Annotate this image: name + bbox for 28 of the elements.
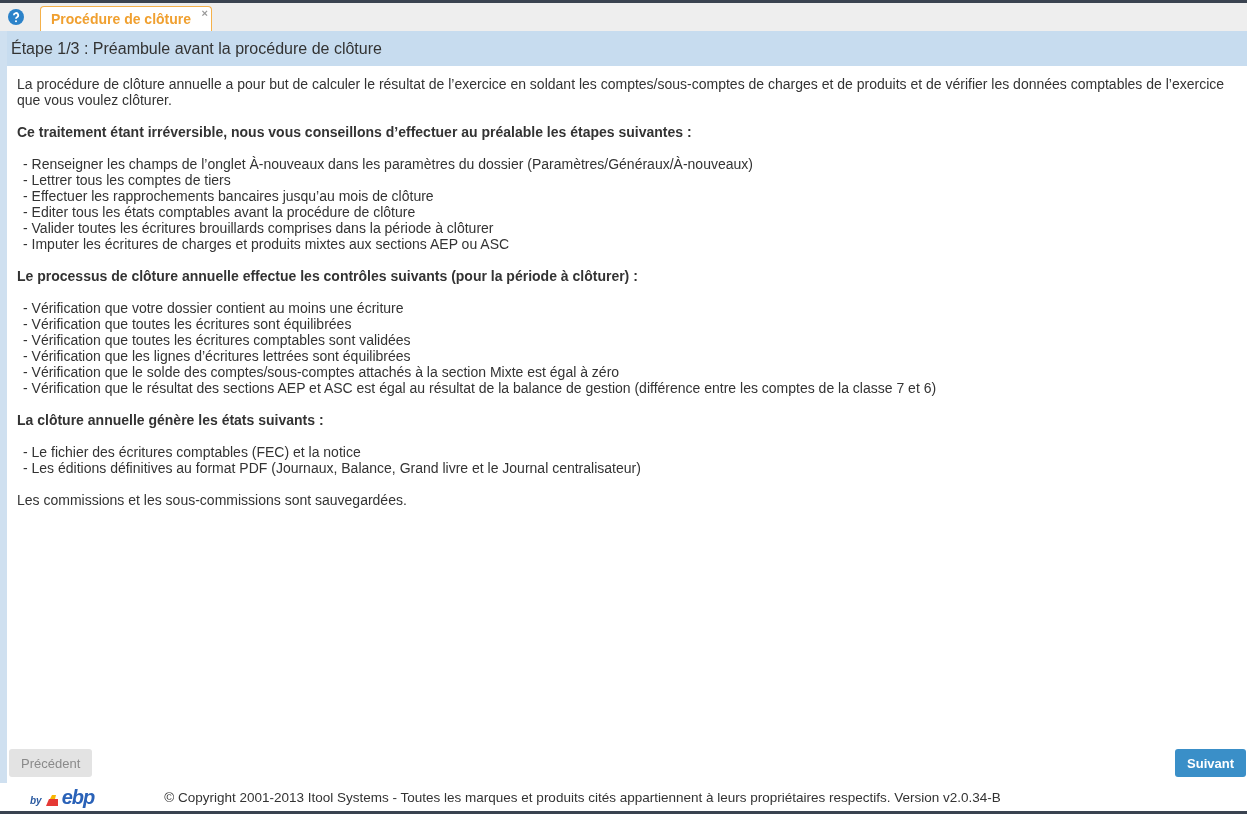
list-item: - Renseigner les champs de l’onglet À-nouveaux dans les paramètres du dossier (Paramètres/Généraux/À-nouveaux) [23, 156, 754, 172]
list-item: - Valider toutes les écritures brouillards comprises dans la période à clôturer [23, 220, 495, 236]
step-title: Étape 1/3 : Préambule avant la procédure de clôture [7, 31, 1247, 66]
list-item: - Vérification que les lignes d’écritures lettrées sont équilibrées [23, 348, 412, 364]
list-item: - Les éditions définitives au format PDF (Journaux, Balance, Grand livre et le Journal centralisateur) [23, 460, 642, 476]
paragraph: Les commissions et les sous-commissions sont sauvegardées. [17, 492, 408, 508]
list-item: - Effectuer les rapprochements bancaires jusqu’au mois de clôture [23, 188, 435, 204]
list-item: - Imputer les écritures de charges et produits mixtes aux sections AEP ou ASC [23, 236, 511, 252]
list-item: - Lettrer tous les comptes de tiers [23, 172, 232, 188]
section-heading: La clôture annuelle génère les états suivants : [17, 412, 325, 428]
list-item: - Vérification que toutes les écritures comptables sont validées [23, 332, 412, 348]
logo-name: ebp [61, 788, 95, 806]
help-icon[interactable] [8, 9, 24, 25]
logo-mark-icon [45, 794, 58, 806]
next-button[interactable]: Suivant [1175, 749, 1246, 777]
list-item: - Vérification que le résultat des sections AEP et ASC est égal au résultat de la balance de gestion (différence entre les comptes de la classe 7 et 6) [23, 380, 938, 396]
list-item: - Vérification que votre dossier contient au moins une écriture [23, 300, 405, 316]
section-heading: Le processus de clôture annuelle effectue les contrôles suivants (pour la période à clôturer) : [17, 268, 639, 284]
copyright-text: © Copyright 2001-2013 Itool Systems - Toutes les marques et produits cités appartiennent à leurs propriétaires respectifs. Version v2.0.34-B [164, 789, 1001, 805]
section-heading: Ce traitement étant irréversible, nous vous conseillons d’effectuer au préalable les étapes suivantes : [17, 124, 693, 140]
close-icon[interactable]: × [201, 7, 209, 19]
paragraph: La procédure de clôture annuelle a pour but de calculer le résultat de l’exercice en soldant les comptes/sous-comptes de charges et de produits et de vérifier les données comptables de l’exercice que vous voulez clôturer. [17, 76, 1226, 108]
list-item: - Vérification que le solde des comptes/sous-comptes attachés à la section Mixte est égal à zéro [23, 364, 621, 380]
list-item: - Vérification que toutes les écritures sont équilibrées [23, 316, 353, 332]
logo-by: by [30, 795, 42, 806]
list-item: - Le fichier des écritures comptables (FEC) et la notice [23, 444, 362, 460]
tab[interactable]: Procédure de clôture × [40, 6, 213, 31]
list-item: - Editer tous les états comptables avant la procédure de clôture [23, 204, 417, 220]
